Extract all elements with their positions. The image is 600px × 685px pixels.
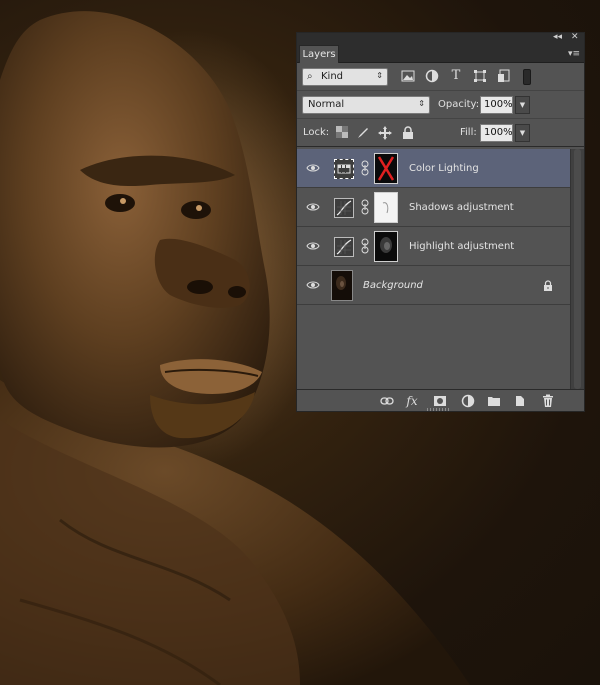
opacity-label: Opacity: <box>438 99 480 110</box>
fill-input[interactable]: 100% <box>480 124 513 142</box>
scrollbar-thumb[interactable] <box>574 149 581 389</box>
add-mask-icon[interactable] <box>433 394 447 408</box>
mask-link-chain-icon[interactable] <box>361 238 369 254</box>
layer-row-background[interactable]: Background <box>297 266 570 305</box>
kind-filter-label: Kind <box>321 71 344 82</box>
fill-dropdown-button[interactable]: ▼ <box>515 124 530 142</box>
background-thumbnail[interactable] <box>331 270 353 301</box>
lock-transparent-pixels-icon[interactable] <box>335 126 349 140</box>
lock-label: Lock: <box>303 127 330 138</box>
visibility-eye-icon[interactable] <box>306 239 320 253</box>
fx-icon[interactable]: fx <box>405 394 419 408</box>
adjustment-thumbnail-icon[interactable] <box>334 159 354 179</box>
lock-image-pixels-icon[interactable] <box>356 126 370 140</box>
opacity-input[interactable]: 100% <box>480 96 513 114</box>
layer-locked-icon <box>544 280 552 291</box>
shape-filter-icon[interactable] <box>473 69 487 83</box>
close-panel-icon[interactable]: ✕ <box>571 32 579 42</box>
tab-layers[interactable]: Layers <box>299 45 339 64</box>
layer-name: Shadows adjustment <box>409 202 514 213</box>
new-layer-icon[interactable] <box>513 394 527 408</box>
kind-filter-select[interactable]: ⌕ Kind ⇕ <box>302 68 388 86</box>
fill-label: Fill: <box>460 127 477 138</box>
new-adjustment-icon[interactable] <box>461 394 475 408</box>
layers-list: Color Lighting Shadows adjustment Highli… <box>297 149 570 389</box>
adjustment-filter-icon[interactable] <box>425 69 439 83</box>
layer-name: Color Lighting <box>409 163 479 174</box>
layer-mask-thumbnail[interactable] <box>374 153 398 184</box>
search-icon: ⌕ <box>307 71 313 82</box>
layer-name: Highlight adjustment <box>409 241 515 252</box>
lock-all-icon[interactable] <box>401 126 415 140</box>
visibility-eye-icon[interactable] <box>306 278 320 292</box>
filter-toggle-switch[interactable] <box>523 69 531 85</box>
layer-mask-thumbnail[interactable] <box>374 192 398 223</box>
layers-panel: ◂◂ ✕ Layers ▾≡ ⌕ Kind ⇕ T Normal ⇕ Opaci… <box>296 32 585 412</box>
curves-adjustment-icon[interactable] <box>334 198 354 218</box>
image-filter-icon[interactable] <box>401 69 415 83</box>
new-group-icon[interactable] <box>487 394 501 408</box>
panel-title-strip: ◂◂ ✕ <box>297 32 584 45</box>
lock-position-icon[interactable] <box>378 126 392 140</box>
filter-row: ⌕ Kind ⇕ T <box>297 63 584 91</box>
opacity-dropdown-button[interactable]: ▼ <box>515 96 530 114</box>
layer-row-highlight-adjustment[interactable]: Highlight adjustment <box>297 227 570 266</box>
mask-link-chain-icon[interactable] <box>361 199 369 215</box>
blend-mode-select[interactable]: Normal ⇕ <box>302 96 430 114</box>
smart-object-filter-icon[interactable] <box>497 69 511 83</box>
delete-layer-icon[interactable] <box>541 394 555 408</box>
curves-adjustment-icon[interactable] <box>334 237 354 257</box>
collapse-panel-icon[interactable]: ◂◂ <box>553 32 562 42</box>
link-layers-icon[interactable] <box>380 394 394 408</box>
layer-row-shadows-adjustment[interactable]: Shadows adjustment <box>297 188 570 227</box>
visibility-eye-icon[interactable] <box>306 200 320 214</box>
lock-row: Lock: Fill: 100% ▼ <box>297 119 584 147</box>
layer-row-color-lighting[interactable]: Color Lighting <box>297 149 570 188</box>
panel-tab-bar: Layers ▾≡ <box>297 45 584 64</box>
blend-mode-value: Normal <box>308 99 345 110</box>
visibility-eye-icon[interactable] <box>306 161 320 175</box>
layers-scrollbar[interactable] <box>570 149 584 389</box>
panel-resize-grip[interactable] <box>427 408 451 411</box>
type-filter-icon[interactable]: T <box>449 69 463 83</box>
panel-menu-icon[interactable]: ▾≡ <box>568 49 580 59</box>
blend-row: Normal ⇕ Opacity: 100% ▼ <box>297 91 584 119</box>
layer-mask-thumbnail[interactable] <box>374 231 398 262</box>
layer-name: Background <box>363 280 423 291</box>
select-arrows-icon: ⇕ <box>376 71 383 80</box>
mask-link-chain-icon[interactable] <box>361 160 369 176</box>
select-arrows-icon: ⇕ <box>418 99 425 108</box>
